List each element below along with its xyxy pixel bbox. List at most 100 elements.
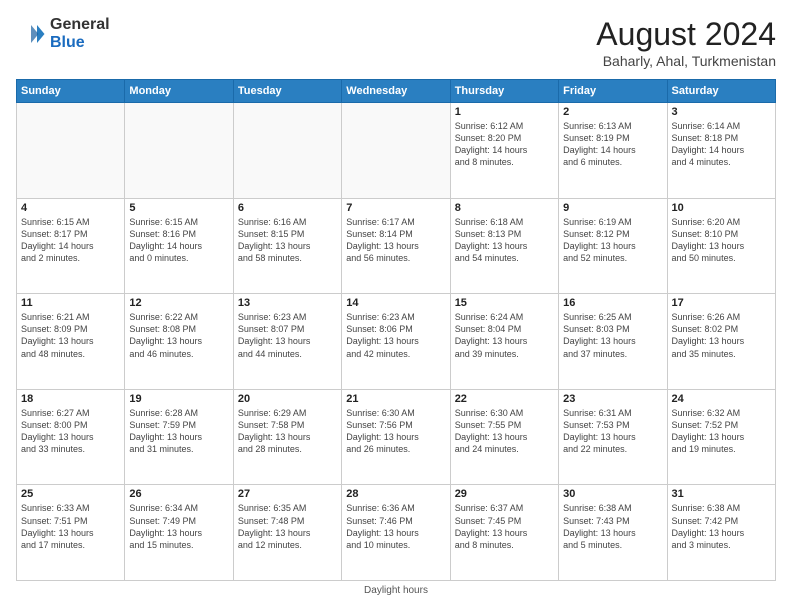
calendar-cell-w2d2: 13 Sunrise: 6:23 AM Sunset: 8:07 PM Dayli… xyxy=(233,294,341,390)
calendar-cell-w0d6: 3 Sunrise: 6:14 AM Sunset: 8:18 PM Daylig… xyxy=(667,103,775,199)
calendar-cell-w1d3: 7 Sunrise: 6:17 AM Sunset: 8:14 PM Daylig… xyxy=(342,198,450,294)
logo-text: General Blue xyxy=(50,16,110,51)
calendar-cell-w1d5: 9Sunrise: 6:19 AM Sunset: 8:12 PM Daylig… xyxy=(559,198,667,294)
calendar-week-row-4: 25 Sunrise: 6:33 AM Sunset: 7:51 PM Dayli… xyxy=(17,485,776,581)
day-number: 31 xyxy=(672,488,771,500)
day-info: Sunrise: 6:18 AM Sunset: 8:13 PM Dayligh… xyxy=(455,216,554,265)
calendar-cell-w3d2: 20Sunrise: 6:29 AM Sunset: 7:58 PM Dayli… xyxy=(233,389,341,485)
day-info: Sunrise: 6:38 AM Sunset: 7:43 PM Dayligh… xyxy=(563,502,662,551)
col-friday: Friday xyxy=(559,80,667,103)
day-info: Sunrise: 6:37 AM Sunset: 7:45 PM Dayligh… xyxy=(455,502,554,551)
calendar-cell-w3d5: 23 Sunrise: 6:31 AM Sunset: 7:53 PM Dayli… xyxy=(559,389,667,485)
logo-blue-text: Blue xyxy=(50,34,85,51)
day-info: Sunrise: 6:26 AM Sunset: 8:02 PM Dayligh… xyxy=(672,311,771,360)
col-thursday: Thursday xyxy=(450,80,558,103)
calendar-cell-w1d0: 4Sunrise: 6:15 AM Sunset: 8:17 PM Daylig… xyxy=(17,198,125,294)
day-number: 1 xyxy=(455,106,554,118)
footer-note: Daylight hours xyxy=(16,585,776,596)
title-block: August 2024 Baharly, Ahal, Turkmenistan xyxy=(596,16,776,69)
calendar-cell-w2d6: 17 Sunrise: 6:26 AM Sunset: 8:02 PM Dayli… xyxy=(667,294,775,390)
calendar-cell-w0d1 xyxy=(125,103,233,199)
calendar-cell-w4d1: 26 Sunrise: 6:34 AM Sunset: 7:49 PM Dayli… xyxy=(125,485,233,581)
calendar-cell-w0d3 xyxy=(342,103,450,199)
day-info: Sunrise: 6:34 AM Sunset: 7:49 PM Dayligh… xyxy=(129,502,228,551)
day-info: Sunrise: 6:32 AM Sunset: 7:52 PM Dayligh… xyxy=(672,407,771,456)
calendar-cell-w4d6: 31 Sunrise: 6:38 AM Sunset: 7:42 PM Dayli… xyxy=(667,485,775,581)
header: General Blue August 2024 Baharly, Ahal, … xyxy=(16,16,776,69)
calendar-cell-w1d1: 5 Sunrise: 6:15 AM Sunset: 8:16 PM Daylig… xyxy=(125,198,233,294)
calendar-cell-w0d5: 2Sunrise: 6:13 AM Sunset: 8:19 PM Daylig… xyxy=(559,103,667,199)
day-number: 30 xyxy=(563,488,662,500)
day-number: 8 xyxy=(455,202,554,214)
logo-icon xyxy=(16,19,46,49)
day-number: 21 xyxy=(346,393,445,405)
day-info: Sunrise: 6:14 AM Sunset: 8:18 PM Dayligh… xyxy=(672,120,771,169)
day-number: 12 xyxy=(129,297,228,309)
calendar-cell-w2d3: 14 Sunrise: 6:23 AM Sunset: 8:06 PM Dayli… xyxy=(342,294,450,390)
day-number: 15 xyxy=(455,297,554,309)
day-number: 7 xyxy=(346,202,445,214)
col-monday: Monday xyxy=(125,80,233,103)
day-info: Sunrise: 6:23 AM Sunset: 8:06 PM Dayligh… xyxy=(346,311,445,360)
day-info: Sunrise: 6:25 AM Sunset: 8:03 PM Dayligh… xyxy=(563,311,662,360)
day-number: 16 xyxy=(563,297,662,309)
day-info: Sunrise: 6:31 AM Sunset: 7:53 PM Dayligh… xyxy=(563,407,662,456)
day-info: Sunrise: 6:35 AM Sunset: 7:48 PM Dayligh… xyxy=(238,502,337,551)
day-info: Sunrise: 6:30 AM Sunset: 7:55 PM Dayligh… xyxy=(455,407,554,456)
day-info: Sunrise: 6:22 AM Sunset: 8:08 PM Dayligh… xyxy=(129,311,228,360)
calendar-cell-w4d3: 28Sunrise: 6:36 AM Sunset: 7:46 PM Dayli… xyxy=(342,485,450,581)
day-info: Sunrise: 6:21 AM Sunset: 8:09 PM Dayligh… xyxy=(21,311,120,360)
day-info: Sunrise: 6:28 AM Sunset: 7:59 PM Dayligh… xyxy=(129,407,228,456)
day-number: 24 xyxy=(672,393,771,405)
calendar-cell-w4d4: 29Sunrise: 6:37 AM Sunset: 7:45 PM Dayli… xyxy=(450,485,558,581)
day-number: 10 xyxy=(672,202,771,214)
day-number: 2 xyxy=(563,106,662,118)
day-info: Sunrise: 6:12 AM Sunset: 8:20 PM Dayligh… xyxy=(455,120,554,169)
day-info: Sunrise: 6:15 AM Sunset: 8:16 PM Dayligh… xyxy=(129,216,228,265)
logo-general-text: General xyxy=(50,16,110,33)
day-info: Sunrise: 6:36 AM Sunset: 7:46 PM Dayligh… xyxy=(346,502,445,551)
calendar-cell-w4d0: 25 Sunrise: 6:33 AM Sunset: 7:51 PM Dayli… xyxy=(17,485,125,581)
calendar-cell-w2d5: 16 Sunrise: 6:25 AM Sunset: 8:03 PM Dayli… xyxy=(559,294,667,390)
day-info: Sunrise: 6:20 AM Sunset: 8:10 PM Dayligh… xyxy=(672,216,771,265)
day-number: 27 xyxy=(238,488,337,500)
day-number: 26 xyxy=(129,488,228,500)
day-info: Sunrise: 6:15 AM Sunset: 8:17 PM Dayligh… xyxy=(21,216,120,265)
day-info: Sunrise: 6:30 AM Sunset: 7:56 PM Dayligh… xyxy=(346,407,445,456)
col-wednesday: Wednesday xyxy=(342,80,450,103)
day-number: 17 xyxy=(672,297,771,309)
day-number: 19 xyxy=(129,393,228,405)
col-saturday: Saturday xyxy=(667,80,775,103)
calendar-cell-w2d0: 11Sunrise: 6:21 AM Sunset: 8:09 PM Dayli… xyxy=(17,294,125,390)
day-number: 23 xyxy=(563,393,662,405)
day-number: 5 xyxy=(129,202,228,214)
calendar-cell-w1d6: 10 Sunrise: 6:20 AM Sunset: 8:10 PM Dayli… xyxy=(667,198,775,294)
col-tuesday: Tuesday xyxy=(233,80,341,103)
calendar-week-row-2: 11Sunrise: 6:21 AM Sunset: 8:09 PM Dayli… xyxy=(17,294,776,390)
calendar-cell-w0d2 xyxy=(233,103,341,199)
calendar-cell-w4d2: 27 Sunrise: 6:35 AM Sunset: 7:48 PM Dayli… xyxy=(233,485,341,581)
calendar-week-row-1: 4Sunrise: 6:15 AM Sunset: 8:17 PM Daylig… xyxy=(17,198,776,294)
calendar-week-row-0: 1 Sunrise: 6:12 AM Sunset: 8:20 PM Daylig… xyxy=(17,103,776,199)
day-info: Sunrise: 6:23 AM Sunset: 8:07 PM Dayligh… xyxy=(238,311,337,360)
day-number: 13 xyxy=(238,297,337,309)
day-number: 6 xyxy=(238,202,337,214)
day-info: Sunrise: 6:27 AM Sunset: 8:00 PM Dayligh… xyxy=(21,407,120,456)
calendar-cell-w3d4: 22 Sunrise: 6:30 AM Sunset: 7:55 PM Dayli… xyxy=(450,389,558,485)
day-number: 3 xyxy=(672,106,771,118)
day-number: 25 xyxy=(21,488,120,500)
day-info: Sunrise: 6:33 AM Sunset: 7:51 PM Dayligh… xyxy=(21,502,120,551)
day-info: Sunrise: 6:17 AM Sunset: 8:14 PM Dayligh… xyxy=(346,216,445,265)
col-sunday: Sunday xyxy=(17,80,125,103)
calendar-cell-w3d3: 21 Sunrise: 6:30 AM Sunset: 7:56 PM Dayli… xyxy=(342,389,450,485)
month-year-title: August 2024 xyxy=(596,16,776,53)
day-info: Sunrise: 6:29 AM Sunset: 7:58 PM Dayligh… xyxy=(238,407,337,456)
calendar-cell-w3d6: 24 Sunrise: 6:32 AM Sunset: 7:52 PM Dayli… xyxy=(667,389,775,485)
day-number: 14 xyxy=(346,297,445,309)
calendar-cell-w0d0 xyxy=(17,103,125,199)
calendar-cell-w1d2: 6Sunrise: 6:16 AM Sunset: 8:15 PM Daylig… xyxy=(233,198,341,294)
calendar-cell-w1d4: 8 Sunrise: 6:18 AM Sunset: 8:13 PM Daylig… xyxy=(450,198,558,294)
calendar-week-row-3: 18Sunrise: 6:27 AM Sunset: 8:00 PM Dayli… xyxy=(17,389,776,485)
day-info: Sunrise: 6:38 AM Sunset: 7:42 PM Dayligh… xyxy=(672,502,771,551)
day-number: 22 xyxy=(455,393,554,405)
